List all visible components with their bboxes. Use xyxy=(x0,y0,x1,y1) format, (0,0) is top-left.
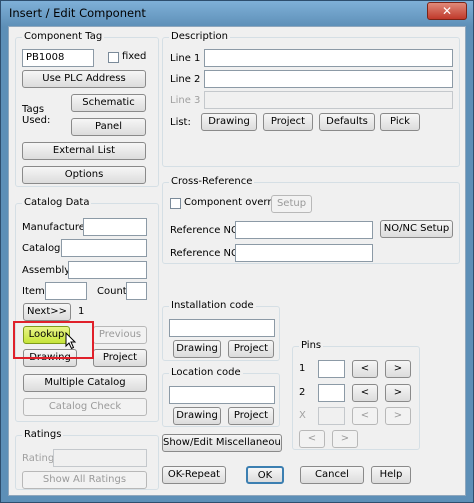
description-defaults-button[interactable]: Defaults xyxy=(319,113,375,131)
ratings-title: Ratings xyxy=(22,429,64,440)
pin2-label: 2 xyxy=(299,387,306,398)
ok-repeat-button[interactable]: OK-Repeat xyxy=(162,466,226,484)
reference-nc-input[interactable] xyxy=(235,244,373,262)
pin1-next-button[interactable]: > xyxy=(385,360,411,378)
title-bar[interactable]: Insert / Edit Component ✕ xyxy=(1,1,473,27)
pinx-input[interactable] xyxy=(318,407,345,425)
location-code-input[interactable] xyxy=(169,386,275,404)
list-label: List: xyxy=(170,117,191,128)
show-all-ratings-button[interactable]: Show All Ratings xyxy=(22,471,147,489)
pin1-label: 1 xyxy=(299,363,306,374)
pins-next-button[interactable]: > xyxy=(332,430,358,448)
line1-label: Line 1 xyxy=(170,53,201,64)
pin1-input[interactable] xyxy=(318,360,345,378)
help-button[interactable]: Help xyxy=(371,466,411,484)
show-edit-miscellaneous-button[interactable]: Show/Edit Miscellaneous xyxy=(162,434,282,452)
cross-reference-title: Cross-Reference xyxy=(169,176,255,187)
line1-input[interactable] xyxy=(204,49,453,67)
component-tag-title: Component Tag xyxy=(22,31,105,42)
previous-button[interactable]: Previous xyxy=(93,326,147,344)
fixed-checkbox[interactable] xyxy=(108,52,119,63)
lookup-callout-highlight xyxy=(13,321,94,359)
pinx-label: X xyxy=(299,410,306,421)
location-project-button[interactable]: Project xyxy=(228,407,274,425)
multiple-catalog-button[interactable]: Multiple Catalog xyxy=(23,374,147,392)
line3-input[interactable] xyxy=(204,91,453,109)
description-drawing-button[interactable]: Drawing xyxy=(201,113,257,131)
installation-code-input[interactable] xyxy=(169,319,275,337)
description-pick-button[interactable]: Pick xyxy=(380,113,420,131)
catalog-project-button[interactable]: Project xyxy=(93,349,147,367)
component-tag-input[interactable]: PB1008 xyxy=(22,49,94,67)
catalog-data-title: Catalog Data xyxy=(22,197,92,208)
catalog-label: Catalog xyxy=(22,243,61,254)
close-icon: ✕ xyxy=(441,4,453,18)
external-list-button[interactable]: External List xyxy=(22,142,146,160)
reference-no-label: Reference NO xyxy=(170,225,239,236)
description-title: Description xyxy=(169,31,230,42)
installation-project-button[interactable]: Project xyxy=(228,340,274,358)
pins-prev-button[interactable]: < xyxy=(299,430,325,448)
installation-code-title: Installation code xyxy=(169,300,256,311)
fixed-label: fixed xyxy=(122,51,147,62)
pin2-prev-button[interactable]: < xyxy=(352,384,378,402)
manufacturer-label: Manufacturer xyxy=(22,222,89,233)
line2-label: Line 2 xyxy=(170,74,201,85)
pinx-prev-button[interactable]: < xyxy=(352,407,378,425)
setup-button[interactable]: Setup xyxy=(271,195,312,213)
catalog-check-button[interactable]: Catalog Check xyxy=(23,398,147,416)
tags-used-label: Tags Used: xyxy=(22,104,51,126)
cancel-button[interactable]: Cancel xyxy=(300,466,364,484)
page-number: 1 xyxy=(78,306,85,317)
schematic-button[interactable]: Schematic xyxy=(71,94,146,112)
window-title: Insert / Edit Component xyxy=(9,6,146,20)
no-nc-setup-button[interactable]: NO/NC Setup xyxy=(380,220,453,238)
options-button[interactable]: Options xyxy=(22,166,146,184)
reference-no-input[interactable] xyxy=(235,221,373,239)
assembly-label: Assembly xyxy=(22,265,71,276)
pins-title: Pins xyxy=(299,340,324,351)
line3-label: Line 3 xyxy=(170,95,201,106)
pin1-prev-button[interactable]: < xyxy=(352,360,378,378)
panel-button[interactable]: Panel xyxy=(71,118,146,136)
pin2-next-button[interactable]: > xyxy=(385,384,411,402)
location-code-title: Location code xyxy=(169,367,243,378)
count-input[interactable] xyxy=(126,282,147,300)
mouse-pointer-icon xyxy=(65,332,77,350)
catalog-input[interactable] xyxy=(61,239,147,257)
reference-nc-label: Reference NC xyxy=(170,248,238,259)
manufacturer-input[interactable] xyxy=(83,218,147,236)
component-override-checkbox[interactable] xyxy=(170,198,181,209)
close-button[interactable]: ✕ xyxy=(427,2,467,20)
pin2-input[interactable] xyxy=(318,384,345,402)
dialog-window: Insert / Edit Component ✕ Component Tag … xyxy=(0,0,474,503)
installation-drawing-button[interactable]: Drawing xyxy=(173,340,221,358)
line2-input[interactable] xyxy=(204,70,453,88)
dialog-client-area: Component Tag PB1008 fixed Use PLC Addre… xyxy=(8,26,466,496)
pinx-next-button[interactable]: > xyxy=(385,407,411,425)
next-button[interactable]: Next>> xyxy=(23,303,71,321)
count-label: Count xyxy=(97,286,127,297)
item-input[interactable] xyxy=(45,282,87,300)
location-drawing-button[interactable]: Drawing xyxy=(173,407,221,425)
rating-label: Rating xyxy=(22,453,55,464)
assembly-input[interactable] xyxy=(68,261,147,279)
use-plc-address-button[interactable]: Use PLC Address xyxy=(22,70,146,88)
description-project-button[interactable]: Project xyxy=(263,113,313,131)
ok-button[interactable]: OK xyxy=(246,466,284,484)
rating-input[interactable] xyxy=(53,449,147,467)
item-label: Item xyxy=(22,286,45,297)
